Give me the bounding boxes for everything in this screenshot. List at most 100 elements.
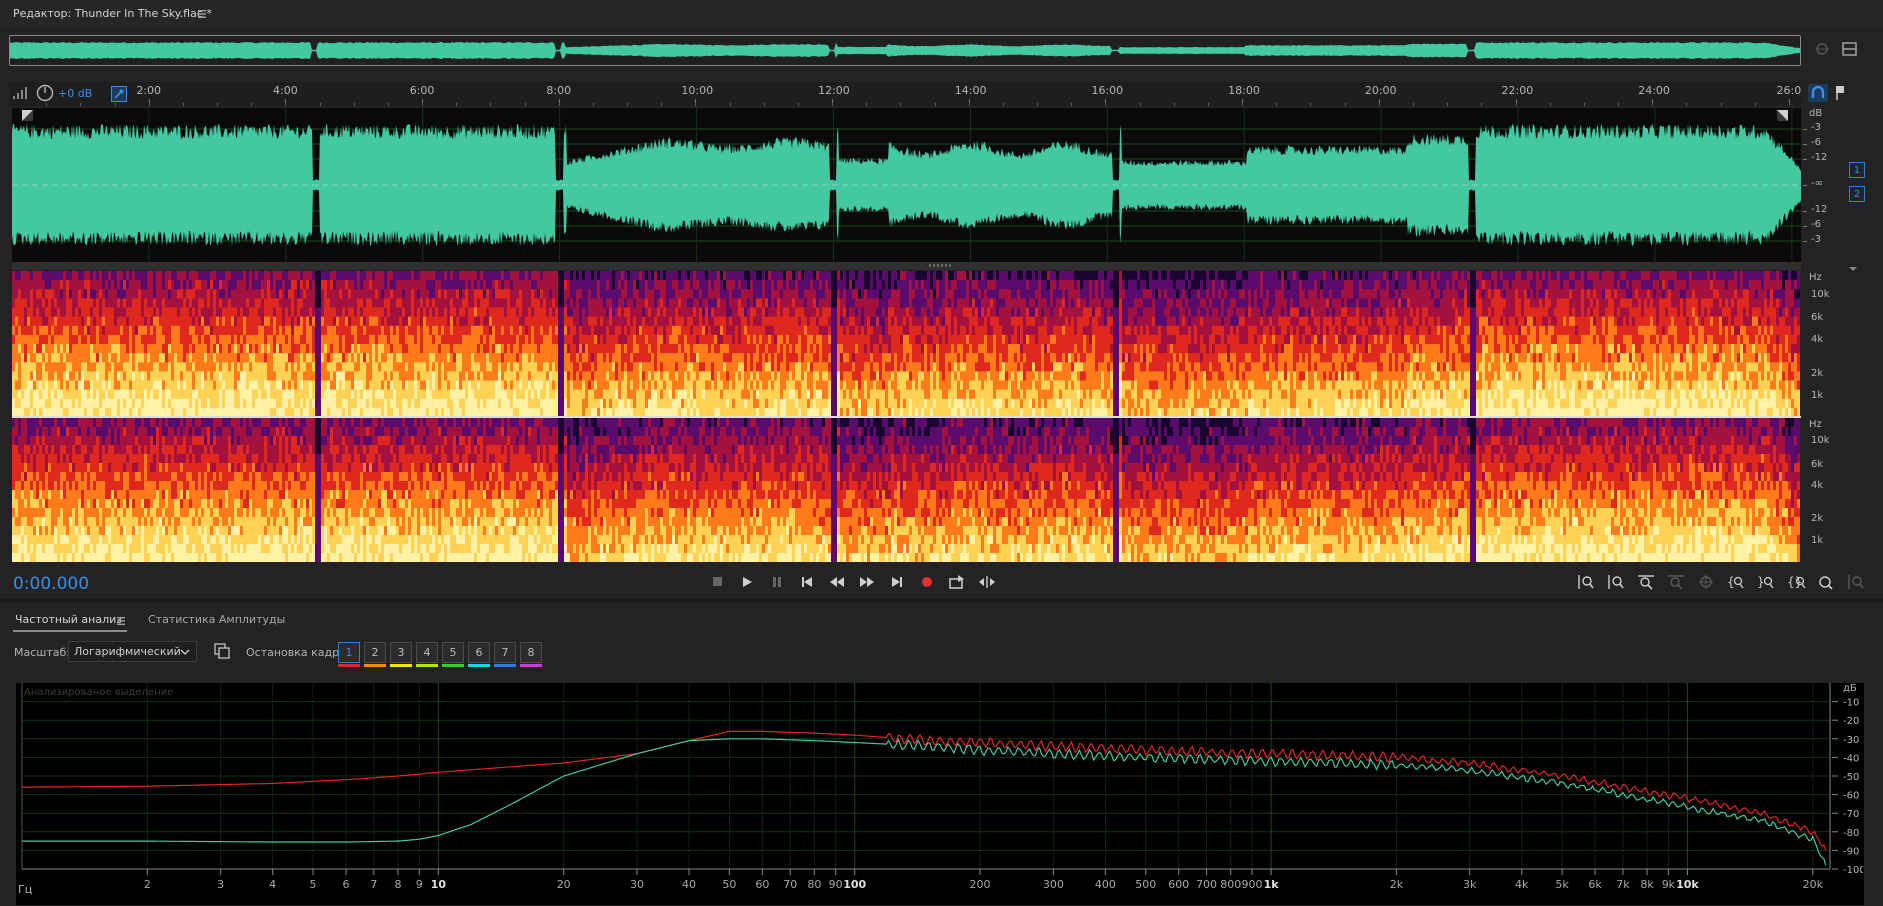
time-tick-label: 26:0: [1776, 84, 1802, 97]
x-tick-label: 2: [144, 878, 151, 891]
zoom-in-amplitude-button[interactable]: [1577, 574, 1595, 590]
go-to-start-button[interactable]: [799, 574, 815, 590]
x-tick-label: 6: [342, 878, 349, 891]
marker-icon[interactable]: [1833, 84, 1847, 102]
spectrogram-view-2: [12, 418, 1800, 562]
advanced-settings-icon[interactable]: [214, 643, 230, 659]
current-time[interactable]: 0:00.000: [13, 574, 89, 594]
zoom-in-point-icon: {: [1727, 575, 1744, 589]
collapse-arrow-icon[interactable]: [1848, 262, 1858, 271]
time-tick-label: 24:00: [1638, 84, 1670, 97]
freeze-frame-button-4[interactable]: 4: [416, 642, 438, 663]
time-ruler-ticks: 2:00 4:00 6:00 8:00 10:00 12:00 14:00 16:00 18:0…: [12, 82, 1801, 106]
zoom-between-button[interactable]: {}: [1787, 574, 1807, 590]
zoom-in-time-button[interactable]: [1637, 574, 1655, 590]
time-tick-label: 16:00: [1091, 84, 1124, 97]
zoom-out-amplitude-button[interactable]: [1607, 574, 1625, 590]
snap-icon[interactable]: [1808, 84, 1828, 102]
freeze-frame-color-2: [364, 664, 386, 667]
panel-menu-icon[interactable]: [197, 8, 207, 18]
freeze-frame-button-6[interactable]: 6: [468, 642, 490, 663]
tab-menu-icon[interactable]: [116, 615, 126, 625]
pause-icon: [773, 577, 781, 587]
db-scale: -3 -6 -12 -∞ -12 -6 -3: [1803, 108, 1843, 262]
tab-frequency-analysis[interactable]: Частотный анализ: [15, 613, 122, 626]
x-tick-label: 100: [843, 878, 866, 891]
play-button[interactable]: [739, 574, 755, 590]
zoom-reset-button[interactable]: [1817, 574, 1835, 590]
x-tick-label: 5: [310, 878, 317, 891]
y-tick-label: -10: [1843, 698, 1859, 709]
y-tick-label: -80: [1843, 828, 1859, 839]
overview-navigator[interactable]: [9, 35, 1801, 66]
y-tick-label: -100: [1843, 865, 1863, 876]
db-label: -12: [1811, 152, 1828, 163]
x-tick-label: 70: [783, 878, 797, 891]
time-tick-label: 18:00: [1228, 84, 1260, 97]
fast-forward-button[interactable]: [858, 574, 876, 590]
y-tick-label: -30: [1843, 735, 1859, 746]
overview-toggle-icon[interactable]: [1842, 41, 1858, 57]
freeze-frame-button-3[interactable]: 3: [390, 642, 412, 663]
freeze-frame-button-8[interactable]: 8: [520, 642, 542, 663]
time-tick-label: 12:00: [818, 84, 850, 97]
zoom-between-icon: {}: [1787, 575, 1806, 589]
rewind-icon: [830, 577, 844, 587]
fade-in-handle-icon[interactable]: [22, 110, 33, 121]
db-label: -6: [1811, 137, 1821, 148]
x-tick-label: 90: [829, 878, 843, 891]
zoom-selection-button[interactable]: [1697, 574, 1715, 590]
zoom-out-time-button[interactable]: [1667, 574, 1685, 590]
skip-forward-icon: [892, 577, 902, 587]
go-to-end-button[interactable]: [889, 574, 905, 590]
y-unit-label: дБ: [1843, 683, 1857, 694]
freeze-frame-button-5[interactable]: 5: [442, 642, 464, 663]
x-tick-label: 9: [416, 878, 423, 891]
pin-hud-icon[interactable]: [111, 86, 127, 102]
panel-separator[interactable]: [0, 598, 1883, 603]
zoom-out-point-button[interactable]: }: [1757, 574, 1775, 590]
freeze-frame-button-2[interactable]: 2: [364, 642, 386, 663]
channel-1-toggle[interactable]: 1: [1849, 162, 1865, 178]
record-button[interactable]: [919, 574, 935, 590]
stop-icon: [713, 577, 722, 586]
volume-knob[interactable]: [36, 84, 54, 102]
pause-button[interactable]: [769, 574, 785, 590]
zoom-in-point-button[interactable]: {: [1727, 574, 1745, 590]
zoom-out-full-button[interactable]: [1847, 574, 1865, 590]
scale-select-value: Логарифмический: [74, 645, 181, 658]
tab-amplitude-statistics[interactable]: Статистика Амплитуды: [148, 613, 285, 626]
loop-button[interactable]: [948, 574, 966, 590]
x-tick-label: 300: [1043, 878, 1064, 891]
x-tick-label: 6k: [1588, 878, 1602, 891]
channel-1-label: 1: [1853, 164, 1861, 176]
view-splitter[interactable]: [12, 262, 1801, 270]
spectrogram-2-freq-scale: 10k 6k 4k 2k 1k: [1805, 418, 1845, 562]
x-tick-label: 900: [1242, 878, 1263, 891]
y-tick-label: -90: [1843, 846, 1859, 857]
zoom-in-amplitude-icon: [1578, 575, 1594, 589]
scale-select[interactable]: Логарифмический: [68, 641, 197, 662]
zoom-selection-icon: [1699, 575, 1713, 589]
record-icon: [922, 577, 932, 587]
freq-label: 2k: [1811, 367, 1824, 379]
channel-2-toggle[interactable]: 2: [1849, 186, 1865, 202]
spectrogram-channel-1[interactable]: [12, 271, 1800, 417]
freeze-frame-button-7[interactable]: 7: [494, 642, 516, 663]
x-tick-label: 700: [1196, 878, 1217, 891]
stop-button[interactable]: [710, 574, 726, 590]
skip-selection-button[interactable]: [978, 574, 996, 590]
freeze-frame-button-1[interactable]: 1: [338, 642, 360, 663]
loop-icon: [949, 575, 964, 589]
fade-out-handle-icon[interactable]: [1777, 110, 1788, 121]
zoom-full-icon[interactable]: [1815, 41, 1831, 57]
freq-label: 10k: [1811, 288, 1830, 300]
rewind-button[interactable]: [828, 574, 846, 590]
freeze-frame-color-6: [468, 664, 490, 667]
waveform-panel[interactable]: [12, 108, 1801, 262]
spectrogram-channel-2[interactable]: [12, 418, 1800, 562]
x-tick-label: 1k: [1264, 878, 1280, 891]
x-tick-label: 500: [1135, 878, 1156, 891]
skip-selection-icon: [979, 576, 995, 588]
volume-value[interactable]: +0 dB: [58, 87, 92, 100]
